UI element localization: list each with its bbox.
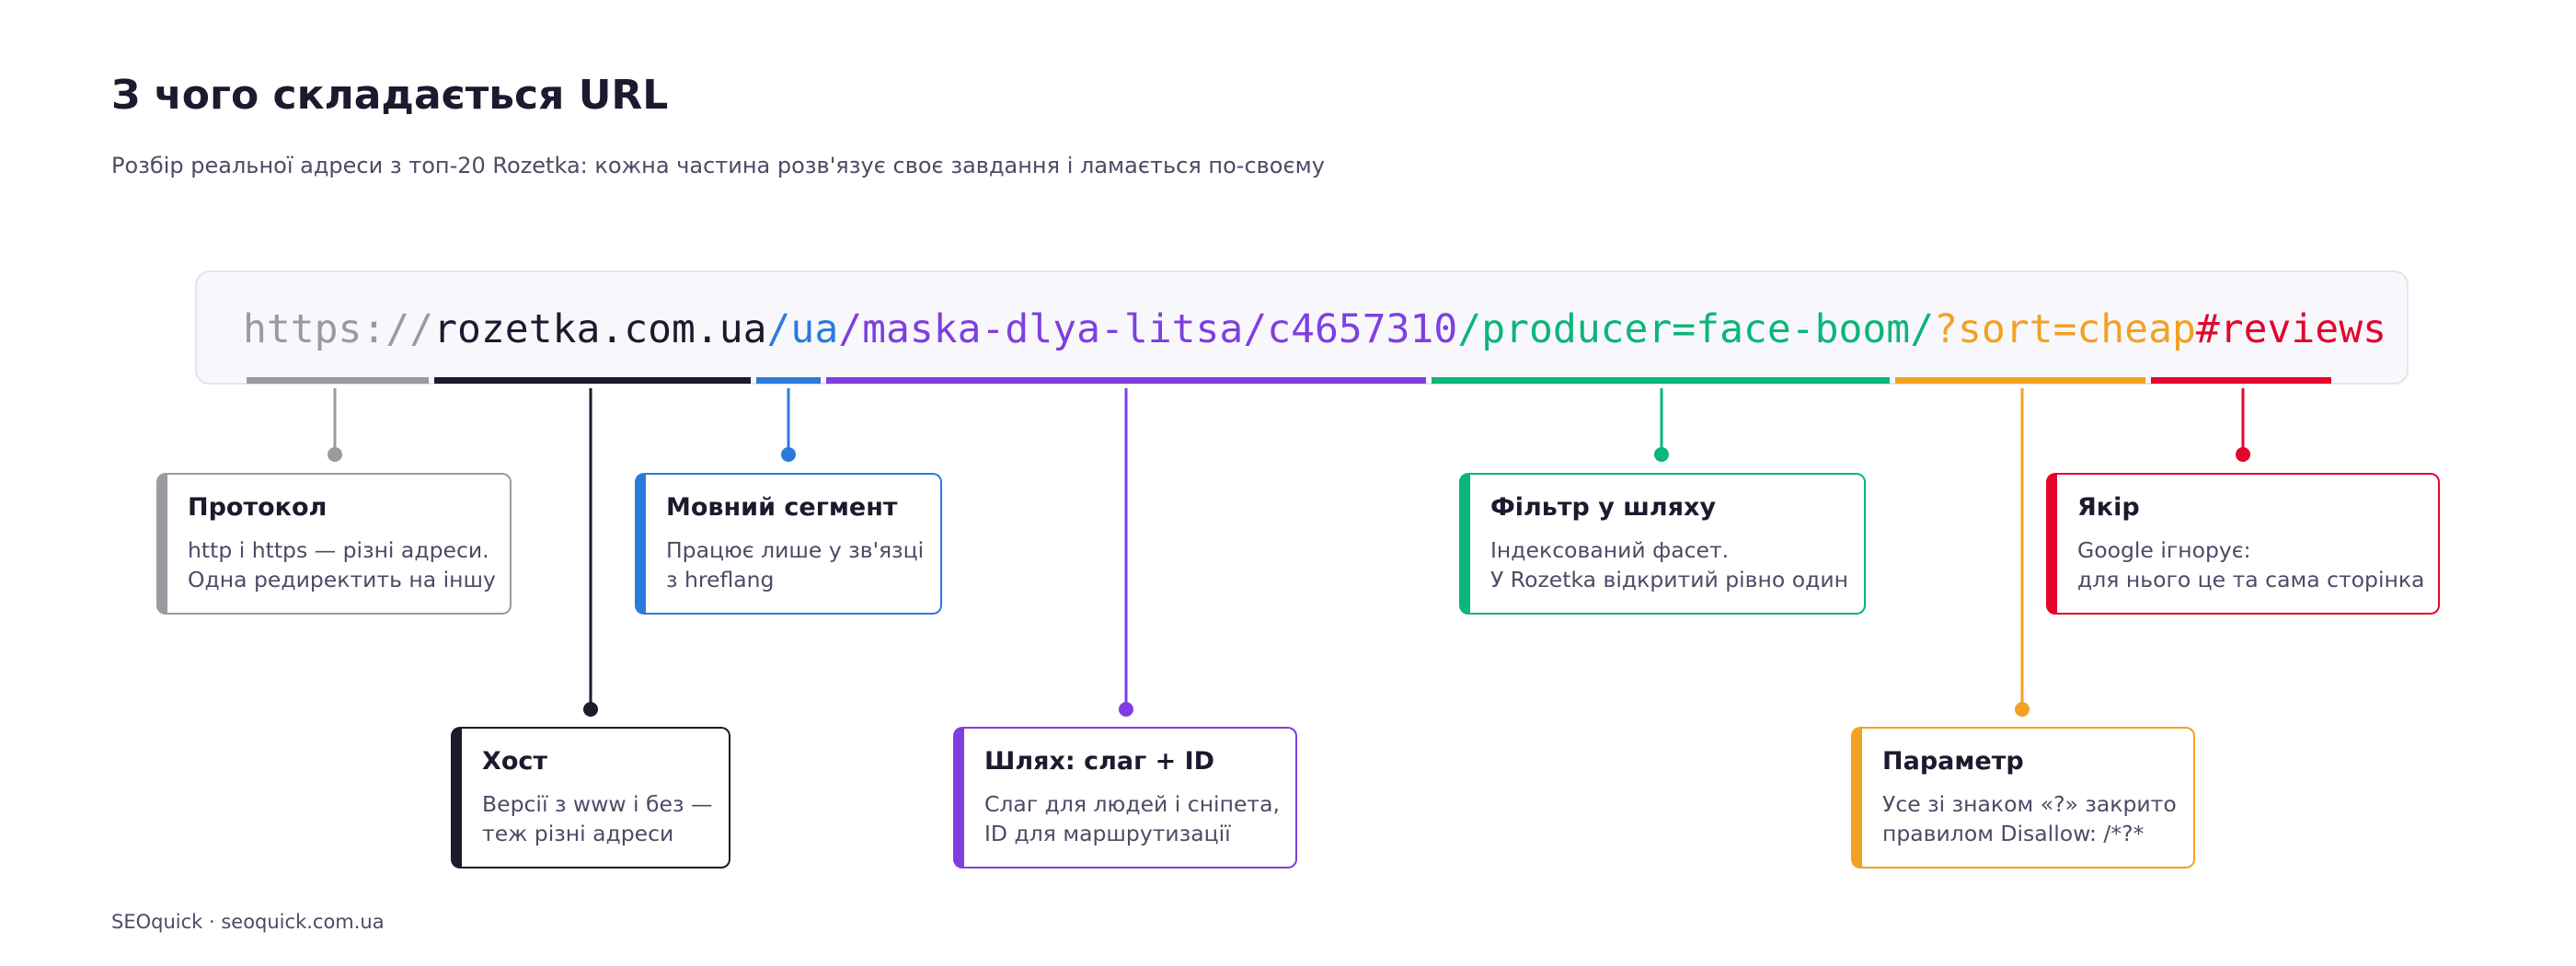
card-anchor: Якір Google ігнорує: для нього це та сам…	[2046, 473, 2440, 615]
card-param: Параметр Усе зі знаком «?» закрито прави…	[1851, 727, 2195, 868]
card-title: Хост	[482, 747, 548, 776]
card-line: Google ігнорує:	[2077, 537, 2251, 563]
card-lang: Мовний сегмент Працює лише у зв'язці з h…	[635, 473, 942, 615]
card-line: Індексований фасет.	[1490, 537, 1730, 563]
card-title: Якір	[2077, 493, 2140, 522]
card-title: Параметр	[1882, 747, 2024, 776]
dot-protocol	[328, 447, 342, 462]
card-title: Фільтр у шляху	[1490, 493, 1717, 522]
card-line: Усе зі знаком «?» закрито	[1882, 791, 2177, 817]
underline-param	[1895, 377, 2145, 384]
underline-lang	[756, 377, 821, 384]
card-protocol: Протокол http і https — різні адреси. Од…	[156, 473, 512, 615]
card-description: Індексований фасет. У Rozetka відкритий …	[1490, 535, 1849, 594]
card-description: Слаг для людей і сніпета, ID для маршрут…	[984, 789, 1280, 848]
card-title: Шлях: слаг + ID	[984, 747, 1215, 776]
dot-filter	[1654, 447, 1669, 462]
card-line: правилом Disallow: /*?*	[1882, 821, 2145, 846]
card-line: ID для маршрутизації	[984, 821, 1231, 846]
card-description: Усе зі знаком «?» закрито правилом Disal…	[1882, 789, 2177, 848]
card-line: з hreflang	[666, 567, 775, 592]
card-line: http і https — різні адреси.	[188, 537, 489, 563]
card-line: Працює лише у зв'язці	[666, 537, 925, 563]
footer-credit: SEOquick · seoquick.com.ua	[111, 911, 385, 933]
dot-lang	[781, 447, 796, 462]
underline-protocol	[247, 377, 429, 384]
card-line: Версії з www і без —	[482, 791, 713, 817]
card-filter: Фільтр у шляху Індексований фасет. У Roz…	[1459, 473, 1866, 615]
dot-anchor	[2236, 447, 2250, 462]
card-line: теж різні адреси	[482, 821, 674, 846]
underline-host	[434, 377, 751, 384]
card-line: У Rozetka відкритий рівно один	[1490, 567, 1849, 592]
dot-host	[583, 702, 598, 717]
card-line: Одна редиректить на іншу	[188, 567, 496, 592]
card-title: Мовний сегмент	[666, 493, 898, 522]
card-title: Протокол	[188, 493, 328, 522]
card-host: Хост Версії з www і без — теж різні адре…	[451, 727, 730, 868]
card-description: http і https — різні адреси. Одна редире…	[188, 535, 496, 594]
card-description: Версії з www і без — теж різні адреси	[482, 789, 713, 848]
underline-filter	[1432, 377, 1890, 384]
card-description: Google ігнорує: для нього це та сама сто…	[2077, 535, 2425, 594]
dot-param	[2015, 702, 2030, 717]
diagram-canvas: З чого складається URL Розбір реальної а…	[0, 0, 2576, 966]
dot-path	[1119, 702, 1133, 717]
underline-path	[826, 377, 1426, 384]
card-line: Слаг для людей і сніпета,	[984, 791, 1280, 817]
card-path: Шлях: слаг + ID Слаг для людей і сніпета…	[953, 727, 1297, 868]
card-line: для нього це та сама сторінка	[2077, 567, 2425, 592]
card-description: Працює лише у зв'язці з hreflang	[666, 535, 925, 594]
underline-anchor	[2151, 377, 2331, 384]
